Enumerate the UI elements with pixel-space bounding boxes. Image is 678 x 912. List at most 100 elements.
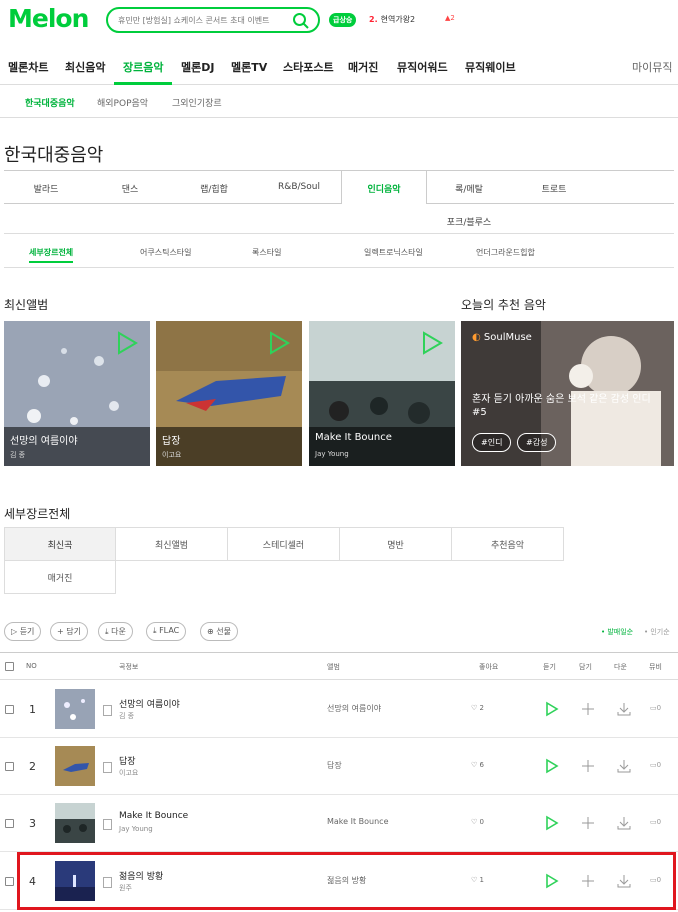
page-title: 한국대중음악 bbox=[4, 145, 104, 166]
download-icon[interactable] bbox=[616, 758, 632, 774]
download-button[interactable]: ⤓ 다운 bbox=[98, 622, 133, 641]
detail-tab-underground[interactable]: 언더그라운드힙합 bbox=[476, 247, 535, 258]
album-title[interactable]: Make It Bounce bbox=[315, 432, 392, 443]
play-icon[interactable] bbox=[545, 758, 559, 774]
melon-logo[interactable]: Melon bbox=[8, 4, 89, 33]
album-card[interactable]: 선망의 여름이야 김 종 bbox=[4, 321, 150, 466]
album-title[interactable]: 답장 bbox=[162, 432, 180, 447]
song-info-icon[interactable] bbox=[103, 819, 112, 830]
trending-label: 현역가왕2 bbox=[380, 15, 416, 24]
detail-tab-all[interactable]: 세부장르전체 bbox=[29, 247, 74, 263]
mv-button[interactable]: ▭0 bbox=[650, 818, 661, 826]
album-artist[interactable]: 김 종 bbox=[10, 450, 25, 460]
play-icon[interactable] bbox=[545, 815, 559, 831]
search-icon[interactable] bbox=[292, 12, 310, 33]
like-count[interactable]: ♡ 0 bbox=[471, 818, 484, 826]
subnav-other[interactable]: 그외인기장르 bbox=[172, 96, 222, 109]
mv-button[interactable]: ▭0 bbox=[650, 704, 661, 712]
nav-item-awards[interactable]: 뮤직어워드 bbox=[397, 59, 448, 75]
add-icon[interactable] bbox=[581, 701, 595, 717]
nav-item-dj[interactable]: 멜론DJ bbox=[181, 59, 214, 75]
list-tab-new-songs[interactable]: 최신곡 bbox=[4, 527, 116, 561]
genre-tab-hiphop[interactable]: 랩/힙합 bbox=[172, 182, 256, 195]
album-card[interactable]: Make It Bounce Jay Young bbox=[309, 321, 455, 466]
subnav-pop[interactable]: 해외POP음악 bbox=[97, 96, 148, 109]
nav-item-magazine[interactable]: 매거진 bbox=[348, 59, 378, 75]
genre-tab-trot[interactable]: 트로트 bbox=[512, 182, 596, 195]
add-icon[interactable] bbox=[581, 815, 595, 831]
select-all-checkbox[interactable] bbox=[5, 662, 14, 671]
tag-emotional[interactable]: #감성 bbox=[517, 433, 557, 452]
search-box[interactable] bbox=[106, 7, 320, 33]
like-count[interactable]: ♡ 2 bbox=[471, 704, 484, 712]
song-artist[interactable]: Jay Young bbox=[119, 825, 153, 833]
genre-tab-rnb[interactable]: R&B/Soul bbox=[257, 182, 341, 192]
gift-button[interactable]: ⊕ 선물 bbox=[200, 622, 238, 641]
list-tab-reco[interactable]: 추천음악 bbox=[451, 527, 564, 561]
song-artist[interactable]: 김 종 bbox=[119, 711, 134, 721]
list-tab-new-albums[interactable]: 최신앨범 bbox=[115, 527, 228, 561]
list-tab-steady[interactable]: 스테디셀러 bbox=[227, 527, 340, 561]
song-thumbnail[interactable] bbox=[55, 746, 95, 786]
list-tab-classic[interactable]: 명반 bbox=[339, 527, 452, 561]
sort-by-date[interactable]: • 발매일순 bbox=[601, 627, 633, 637]
genre-tab-rock[interactable]: 록/메탈 bbox=[427, 182, 511, 195]
listen-button[interactable]: ▷ 듣기 bbox=[4, 622, 42, 641]
song-thumbnail[interactable] bbox=[55, 689, 95, 729]
divider bbox=[4, 203, 341, 204]
nav-item-genre[interactable]: 장르음악 bbox=[123, 59, 163, 75]
tag-indie[interactable]: #인디 bbox=[472, 433, 512, 452]
song-title[interactable]: Make It Bounce bbox=[119, 811, 188, 821]
detail-tab-electronic[interactable]: 일렉트로닉스타일 bbox=[364, 247, 423, 258]
song-album[interactable]: 답장 bbox=[327, 760, 342, 771]
recommendation-desc[interactable]: 혼자 듣기 아까운 숨은 보석 같은 감성 인디 #5 bbox=[472, 393, 667, 419]
song-title[interactable]: 선망의 여름이야 bbox=[119, 697, 180, 710]
album-title[interactable]: 선망의 여름이야 bbox=[10, 432, 78, 447]
flac-button[interactable]: ⤓ FLAC bbox=[146, 622, 187, 641]
section-title-new-albums: 최신앨범 bbox=[4, 298, 49, 312]
song-title[interactable]: 답장 bbox=[119, 754, 136, 767]
highlight-box bbox=[17, 852, 676, 910]
nav-item-tv[interactable]: 멜론TV bbox=[231, 59, 267, 75]
download-icon[interactable] bbox=[616, 701, 632, 717]
genre-tab-indie[interactable]: 인디음악 bbox=[342, 182, 426, 195]
genre-tab-folk[interactable]: 포크/블루스 bbox=[427, 215, 511, 228]
mv-button[interactable]: ▭0 bbox=[650, 761, 661, 769]
song-info-icon[interactable] bbox=[103, 762, 112, 773]
nav-item-starpost[interactable]: 스타포스트 bbox=[283, 59, 334, 75]
add-icon[interactable] bbox=[581, 758, 595, 774]
trending-keyword[interactable]: 2. 현역가왕2 bbox=[369, 14, 415, 25]
genre-tab-ballad[interactable]: 발라드 bbox=[4, 182, 88, 195]
album-artist[interactable]: 이고요 bbox=[162, 450, 181, 460]
subnav-korean[interactable]: 한국대중음악 bbox=[25, 96, 75, 109]
song-info-icon[interactable] bbox=[103, 705, 112, 716]
song-album[interactable]: Make It Bounce bbox=[327, 817, 389, 826]
album-card[interactable]: 답장 이고요 bbox=[156, 321, 302, 466]
nav-item-wave[interactable]: 뮤직웨이브 bbox=[465, 59, 516, 75]
play-icon[interactable] bbox=[421, 331, 443, 355]
row-checkbox[interactable] bbox=[5, 819, 14, 828]
genre-tab-dance[interactable]: 댄스 bbox=[88, 182, 172, 195]
row-checkbox[interactable] bbox=[5, 705, 14, 714]
album-artist[interactable]: Jay Young bbox=[315, 450, 349, 458]
song-album[interactable]: 선망의 여름이야 bbox=[327, 703, 381, 714]
add-button[interactable]: + 담기 bbox=[50, 622, 88, 641]
play-icon[interactable] bbox=[545, 701, 559, 717]
play-icon[interactable] bbox=[116, 331, 138, 355]
play-icon[interactable] bbox=[268, 331, 290, 355]
row-checkbox[interactable] bbox=[5, 877, 14, 886]
nav-item-new[interactable]: 최신음악 bbox=[65, 59, 105, 75]
row-checkbox[interactable] bbox=[5, 762, 14, 771]
detail-tab-rock[interactable]: 록스타일 bbox=[252, 247, 281, 258]
nav-item-chart[interactable]: 멜론차트 bbox=[8, 59, 48, 75]
sort-by-popularity[interactable]: • 인기순 bbox=[644, 627, 670, 637]
nav-item-mymusic[interactable]: 마이뮤직 bbox=[632, 59, 672, 75]
list-tab-magazine[interactable]: 매거진 bbox=[4, 560, 116, 594]
search-input[interactable] bbox=[118, 13, 288, 28]
like-count[interactable]: ♡ 6 bbox=[471, 761, 484, 769]
song-artist[interactable]: 이고요 bbox=[119, 768, 138, 778]
recommendation-card[interactable]: ◐ SoulMuse 혼자 듣기 아까운 숨은 보석 같은 감성 인디 #5 #… bbox=[461, 321, 674, 466]
download-icon[interactable] bbox=[616, 815, 632, 831]
detail-tab-acoustic[interactable]: 어쿠스틱스타일 bbox=[140, 247, 192, 258]
song-thumbnail[interactable] bbox=[55, 803, 95, 843]
